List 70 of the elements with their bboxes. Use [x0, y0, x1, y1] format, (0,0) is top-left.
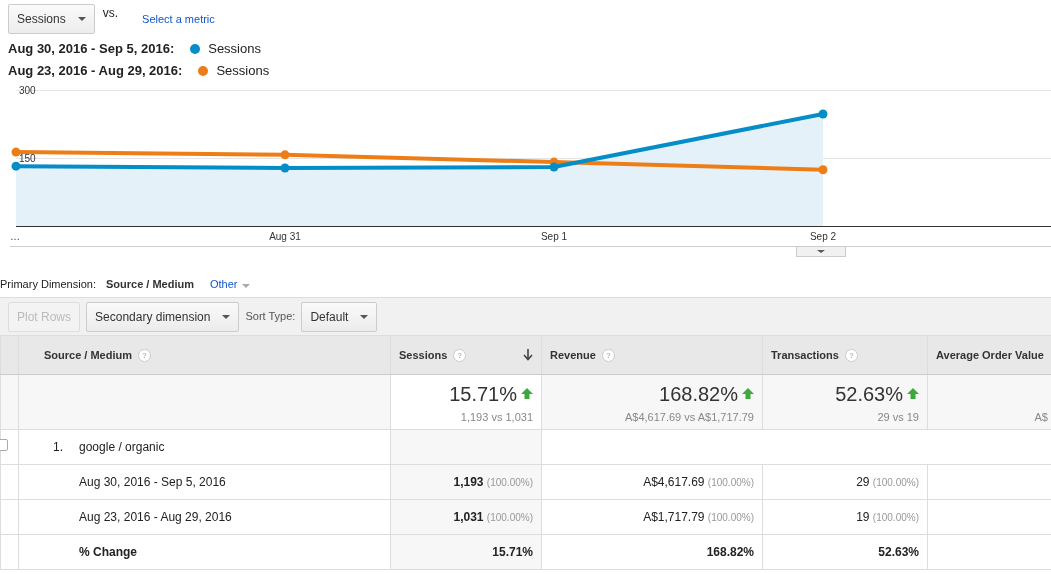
- share-percent: (100.00%): [872, 477, 919, 488]
- dimension-option[interactable]: Source / Medium: [105, 275, 194, 293]
- share-percent: (100.00%): [486, 512, 533, 523]
- up-arrow-icon: [521, 388, 533, 400]
- row-label: Aug 23, 2016 - Aug 29, 2016: [79, 510, 232, 524]
- select-metric-link[interactable]: Select a metric: [142, 10, 215, 28]
- column-header[interactable]: Sessions: [399, 346, 448, 364]
- legend-dot: [198, 66, 209, 76]
- legend-range: Aug 23, 2016 - Aug 29, 2016:: [8, 62, 183, 81]
- collapse-toggle[interactable]: [796, 247, 846, 257]
- data-point: [280, 150, 290, 160]
- row-label: Aug 30, 2016 - Sep 5, 2016: [79, 475, 226, 489]
- x-tick-label: Sep 1: [540, 231, 568, 242]
- column-header[interactable]: Transactions: [771, 346, 839, 364]
- share-percent: (100.00%): [486, 477, 533, 488]
- up-arrow-icon: [742, 388, 754, 400]
- x-tick-label: Sep 2: [809, 231, 837, 242]
- y-tick-label: 150: [19, 153, 36, 164]
- metric-dropdown[interactable]: Sessions: [8, 4, 95, 34]
- sort-type-label: Sort Type:: [245, 309, 296, 325]
- legend-range: Aug 30, 2016 - Sep 5, 2016:: [8, 40, 175, 59]
- secondary-dimension-dropdown[interactable]: Secondary dimension: [86, 301, 240, 332]
- row-label[interactable]: google / organic: [79, 440, 165, 454]
- summary-value: 168.82%: [659, 381, 738, 407]
- sort-arrow-icon[interactable]: [523, 349, 533, 361]
- table-cell: 1,193: [453, 475, 484, 489]
- data-point: [549, 162, 559, 172]
- share-percent: (100.00%): [707, 512, 754, 523]
- data-point: [818, 109, 828, 119]
- share-percent: (100.00%): [872, 512, 919, 523]
- table-cell: A$4,617.69: [643, 475, 705, 489]
- sort-type-dropdown[interactable]: Default: [301, 301, 378, 332]
- summary-detail: A$: [1034, 410, 1048, 423]
- data-point: [11, 161, 21, 171]
- y-tick-label: 300: [19, 85, 36, 96]
- caret-icon: [77, 17, 86, 21]
- table-cell: 29: [856, 475, 870, 489]
- column-header[interactable]: Revenue: [550, 346, 596, 364]
- row-label: % Change: [79, 545, 137, 559]
- share-percent: (100.00%): [707, 477, 754, 488]
- up-arrow-icon: [907, 388, 919, 400]
- primary-dimension-label: Primary Dimension:: [0, 276, 96, 292]
- x-tick-label: Aug 31: [269, 231, 301, 242]
- table-cell: 168.82%: [706, 545, 754, 559]
- table-cell: 52.63%: [878, 545, 919, 559]
- legend-dot: [190, 44, 201, 54]
- column-header[interactable]: Source / Medium: [44, 346, 133, 364]
- row-index: 1.: [53, 440, 63, 454]
- summary-detail: 1,193 vs 1,031: [460, 410, 533, 423]
- vs-label: vs.: [102, 5, 119, 22]
- summary-value: 15.71%: [449, 381, 517, 407]
- legend-metric: Sessions: [208, 40, 261, 59]
- legend-metric: Sessions: [216, 62, 270, 81]
- table-cell: 1,031: [453, 510, 484, 524]
- table-cell: 19: [856, 510, 870, 524]
- caret-icon: [817, 250, 825, 253]
- table-cell: 15.71%: [492, 545, 533, 559]
- help-icon: ?: [844, 348, 858, 362]
- data-point: [11, 147, 21, 157]
- x-tick-label: …: [10, 231, 20, 242]
- summary-detail: 29 vs 19: [877, 410, 919, 423]
- help-icon: ?: [138, 348, 152, 362]
- dimension-option[interactable]: Other: [210, 275, 250, 293]
- table-cell: A$1,717.79: [643, 510, 705, 524]
- data-point: [818, 165, 828, 175]
- data-point: [280, 163, 290, 173]
- help-icon: ?: [453, 348, 467, 362]
- summary-detail: A$4,617.69 vs A$1,717.79: [624, 410, 754, 423]
- help-icon: ?: [601, 348, 615, 362]
- summary-value: 52.63%: [835, 381, 903, 407]
